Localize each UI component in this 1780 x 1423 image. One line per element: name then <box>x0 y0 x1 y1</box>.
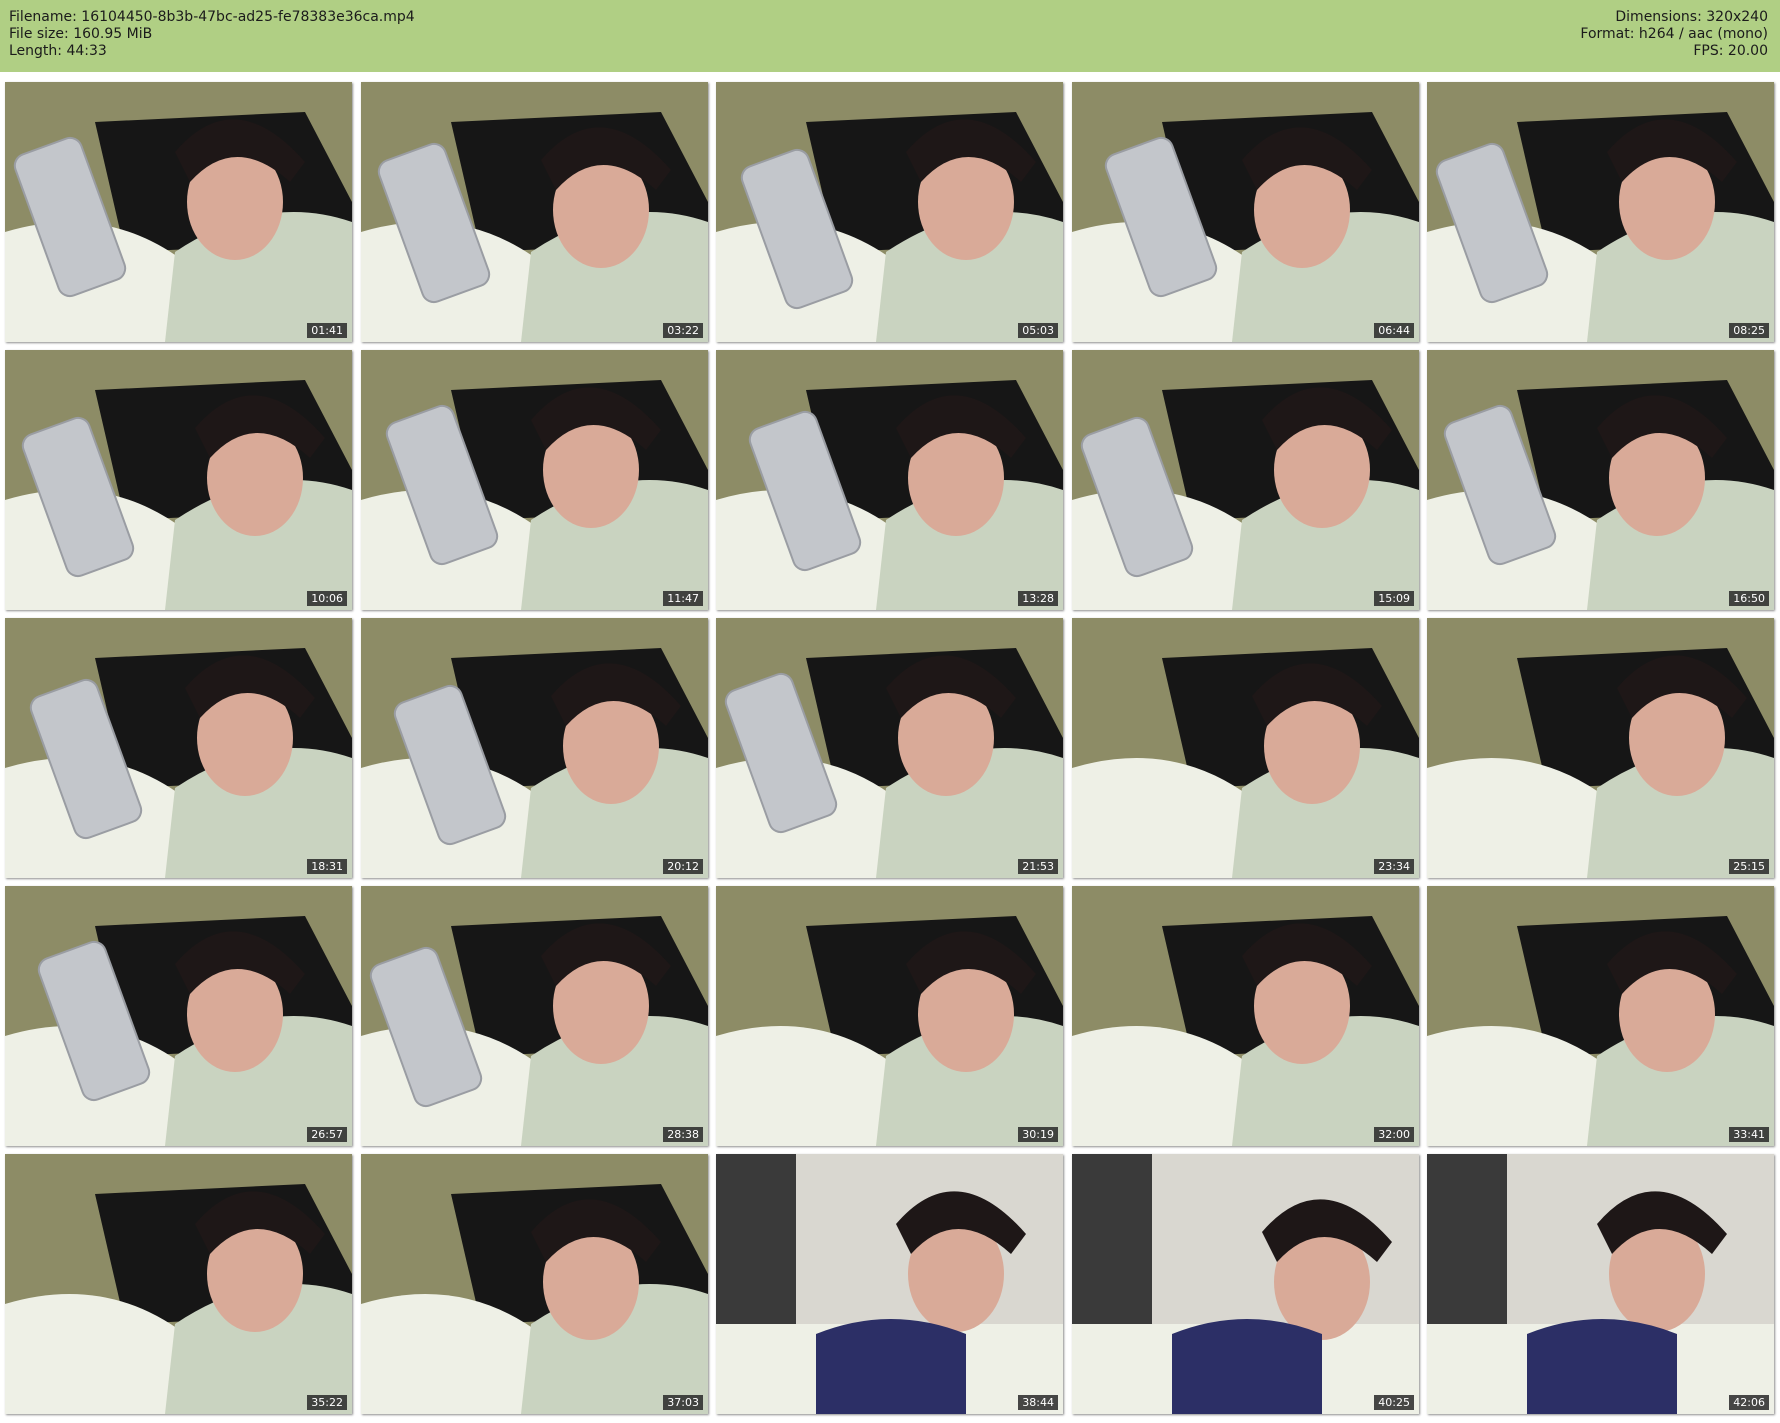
video-thumbnail: 42:06 <box>1427 1154 1774 1414</box>
frame-image <box>716 1154 1063 1414</box>
file-info-right: Dimensions: 320x240 Format: h264 / aac (… <box>1580 9 1768 60</box>
frame-image <box>361 1154 708 1414</box>
timestamp-label: 20:12 <box>663 859 703 874</box>
video-thumbnail: 20:12 <box>361 618 708 878</box>
video-thumbnail: 33:41 <box>1427 886 1774 1146</box>
frame-image <box>1427 350 1774 610</box>
video-thumbnail: 37:03 <box>361 1154 708 1414</box>
timestamp-label: 28:38 <box>663 1127 703 1142</box>
file-info-left: Filename: 16104450-8b3b-47bc-ad25-fe7838… <box>9 9 415 60</box>
timestamp-label: 01:41 <box>307 323 347 338</box>
video-thumbnail: 08:25 <box>1427 82 1774 342</box>
timestamp-label: 10:06 <box>307 591 347 606</box>
video-thumbnail: 35:22 <box>5 1154 352 1414</box>
frame-image <box>1072 886 1419 1146</box>
video-thumbnail: 01:41 <box>5 82 352 342</box>
timestamp-label: 30:19 <box>1018 1127 1058 1142</box>
timestamp-label: 33:41 <box>1729 1127 1769 1142</box>
filesize-text: File size: 160.95 MiB <box>9 26 153 42</box>
timestamp-label: 23:34 <box>1374 859 1414 874</box>
video-thumbnail: 11:47 <box>361 350 708 610</box>
dimensions-text: Dimensions: 320x240 <box>1615 9 1768 25</box>
frame-image <box>716 618 1063 878</box>
frame-image <box>5 886 352 1146</box>
video-thumbnail: 21:53 <box>716 618 1063 878</box>
video-thumbnail: 30:19 <box>716 886 1063 1146</box>
video-thumbnail: 38:44 <box>716 1154 1063 1414</box>
frame-image <box>1072 82 1419 342</box>
frame-image <box>1072 350 1419 610</box>
length-text: Length: 44:33 <box>9 43 107 59</box>
frame-image <box>361 886 708 1146</box>
frame-image <box>716 886 1063 1146</box>
frame-image <box>716 82 1063 342</box>
timestamp-label: 35:22 <box>307 1395 347 1410</box>
format-text: Format: h264 / aac (mono) <box>1580 26 1768 42</box>
frame-image <box>361 350 708 610</box>
frame-image <box>1427 1154 1774 1414</box>
timestamp-label: 25:15 <box>1729 859 1769 874</box>
timestamp-label: 03:22 <box>663 323 703 338</box>
timestamp-label: 13:28 <box>1018 591 1058 606</box>
video-thumbnail: 03:22 <box>361 82 708 342</box>
frame-image <box>1072 618 1419 878</box>
frame-image <box>5 82 352 342</box>
timestamp-label: 05:03 <box>1018 323 1058 338</box>
frame-image <box>1072 1154 1419 1414</box>
video-thumbnail: 23:34 <box>1072 618 1419 878</box>
frame-image <box>716 350 1063 610</box>
filename-text: Filename: 16104450-8b3b-47bc-ad25-fe7838… <box>9 9 415 25</box>
frame-image <box>361 618 708 878</box>
video-thumbnail: 25:15 <box>1427 618 1774 878</box>
frame-image <box>1427 618 1774 878</box>
video-thumbnail: 05:03 <box>716 82 1063 342</box>
timestamp-label: 37:03 <box>663 1395 703 1410</box>
video-thumbnail: 16:50 <box>1427 350 1774 610</box>
timestamp-label: 15:09 <box>1374 591 1414 606</box>
thumbnail-grid: 01:41 03:22 05:03 06:44 08:25 10:06 11:47 13:28… <box>5 82 1775 1417</box>
video-thumbnail: 13:28 <box>716 350 1063 610</box>
timestamp-label: 32:00 <box>1374 1127 1414 1142</box>
frame-image <box>5 1154 352 1414</box>
timestamp-label: 16:50 <box>1729 591 1769 606</box>
info-header: Filename: 16104450-8b3b-47bc-ad25-fe7838… <box>0 0 1780 72</box>
video-thumbnail: 26:57 <box>5 886 352 1146</box>
video-thumbnail: 15:09 <box>1072 350 1419 610</box>
timestamp-label: 42:06 <box>1729 1395 1769 1410</box>
timestamp-label: 21:53 <box>1018 859 1058 874</box>
video-thumbnail: 40:25 <box>1072 1154 1419 1414</box>
timestamp-label: 38:44 <box>1018 1395 1058 1410</box>
frame-image <box>1427 886 1774 1146</box>
frame-image <box>1427 82 1774 342</box>
timestamp-label: 40:25 <box>1374 1395 1414 1410</box>
timestamp-label: 06:44 <box>1374 323 1414 338</box>
video-thumbnail: 18:31 <box>5 618 352 878</box>
timestamp-label: 18:31 <box>307 859 347 874</box>
frame-image <box>361 82 708 342</box>
video-thumbnail: 10:06 <box>5 350 352 610</box>
fps-text: FPS: 20.00 <box>1693 43 1768 59</box>
frame-image <box>5 350 352 610</box>
video-thumbnail: 28:38 <box>361 886 708 1146</box>
timestamp-label: 26:57 <box>307 1127 347 1142</box>
frame-image <box>5 618 352 878</box>
timestamp-label: 11:47 <box>663 591 703 606</box>
timestamp-label: 08:25 <box>1729 323 1769 338</box>
video-thumbnail: 32:00 <box>1072 886 1419 1146</box>
video-thumbnail: 06:44 <box>1072 82 1419 342</box>
